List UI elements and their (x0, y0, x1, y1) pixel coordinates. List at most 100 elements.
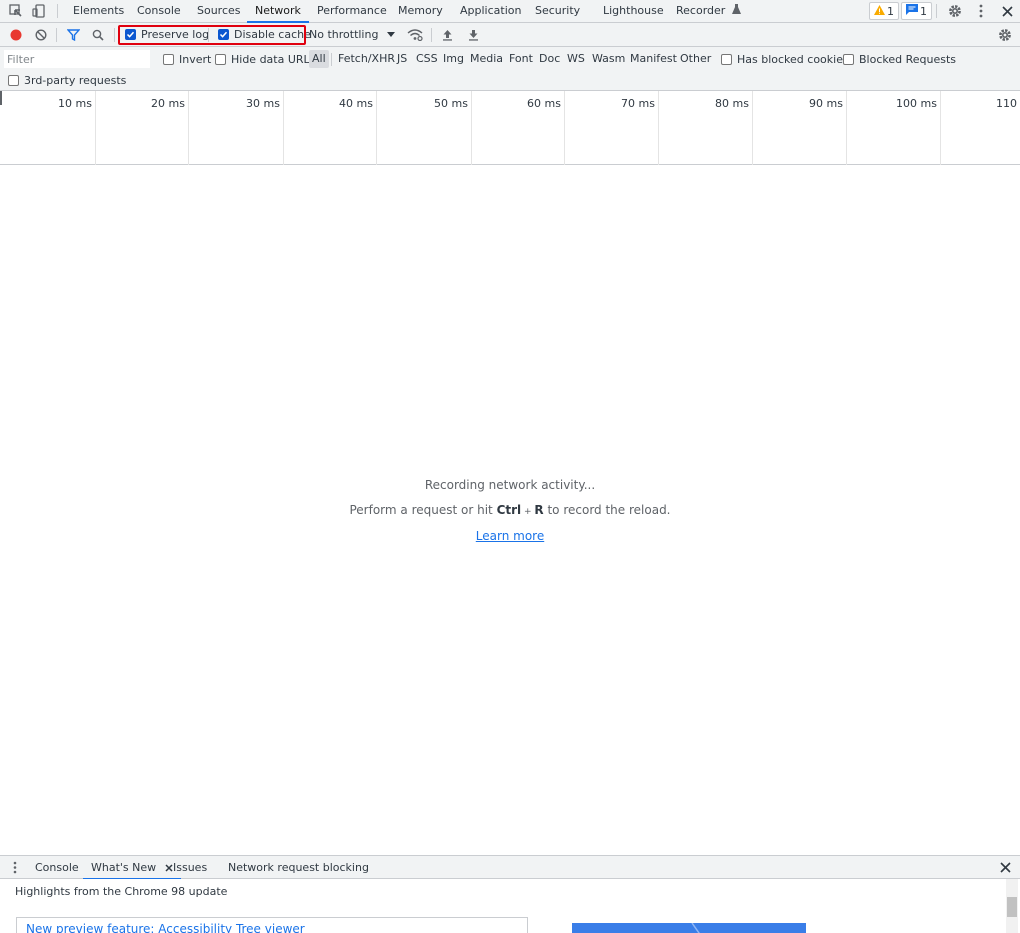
has-blocked-cookies-label: Has blocked cookies (737, 53, 849, 66)
type-filter-ws[interactable]: WS (567, 50, 585, 68)
record-icon[interactable] (8, 27, 24, 43)
drawer-scrollbar-thumb[interactable] (1007, 897, 1017, 917)
close-drawer-icon[interactable] (1000, 862, 1011, 876)
drawer-scrollbar[interactable] (1006, 879, 1018, 933)
tab-security[interactable]: Security (535, 0, 580, 22)
whats-new-heading: Highlights from the Chrome 98 update (15, 885, 228, 898)
timeline-tick-label: 110 (996, 97, 1017, 110)
invert-checkbox[interactable]: Invert (163, 53, 211, 66)
whats-new-feature-card: New preview feature: Accessibility Tree … (16, 917, 528, 933)
invert-check-box (163, 54, 174, 65)
tab-performance[interactable]: Performance (317, 0, 387, 22)
messages-count: 1 (920, 4, 927, 18)
learn-more-link[interactable]: Learn more (476, 529, 544, 543)
export-har-download-icon[interactable] (465, 27, 481, 43)
tab-console[interactable]: Console (137, 0, 181, 22)
type-filter-media[interactable]: Media (470, 50, 503, 68)
shortcut-key-ctrl: Ctrl (496, 503, 522, 517)
timeline-tick: 80 ms (659, 91, 753, 165)
highlight-annotation-box (118, 25, 306, 45)
reload-hint-prefix: Perform a request or hit (349, 503, 497, 517)
drawer-tab-issues[interactable]: Issues (173, 856, 207, 879)
drawer-tab-console[interactable]: Console (35, 856, 79, 879)
drawer-tab-whats-new[interactable]: What's New (83, 856, 181, 880)
tab-recorder[interactable]: Recorder (676, 0, 741, 22)
type-filter-img[interactable]: Img (443, 50, 464, 68)
timeline-tick-label: 80 ms (715, 97, 749, 110)
type-filter-js[interactable]: JS (397, 50, 407, 68)
drawer-menu-icon[interactable] (13, 861, 17, 877)
filter-input[interactable] (4, 50, 150, 68)
third-party-requests-label: 3rd-party requests (24, 74, 127, 87)
timeline-tick: 20 ms (96, 91, 189, 165)
timeline-overview[interactable]: 10 ms 20 ms 30 ms 40 ms 50 ms 60 ms 70 m… (0, 91, 1020, 165)
filter-bar: Invert Hide data URLs All Fetch/XHR JS C… (0, 47, 1020, 91)
accessibility-tree-feature-link[interactable]: New preview feature: Accessibility Tree … (26, 922, 305, 933)
shortcut-key-r: R (534, 503, 544, 517)
message-icon (906, 4, 918, 18)
close-devtools-icon[interactable] (999, 3, 1015, 19)
import-har-upload-icon[interactable] (439, 27, 455, 43)
device-toolbar-icon[interactable] (31, 3, 47, 19)
timeline-tick: 100 ms (847, 91, 941, 165)
timeline-tick-label: 100 ms (896, 97, 937, 110)
third-party-requests-checkbox[interactable]: 3rd-party requests (8, 74, 126, 87)
close-tab-icon[interactable] (165, 857, 173, 880)
warnings-count: 1 (887, 4, 894, 18)
tab-lighthouse[interactable]: Lighthouse (603, 0, 664, 22)
type-filter-font[interactable]: Font (509, 50, 533, 68)
throttling-select[interactable]: No throttling (309, 23, 399, 46)
warnings-badge[interactable]: 1 (869, 2, 899, 20)
invert-label: Invert (179, 53, 212, 66)
timeline-tick: 50 ms (377, 91, 472, 165)
has-blocked-cookies-checkbox[interactable]: Has blocked cookies (721, 53, 849, 66)
experiment-flask-icon (731, 0, 741, 22)
type-filter-doc[interactable]: Doc (539, 50, 560, 68)
network-settings-gear-icon[interactable] (997, 27, 1013, 43)
third-party-requests-check-box (8, 75, 19, 86)
search-icon[interactable] (90, 27, 106, 43)
timeline-tick: 40 ms (284, 91, 377, 165)
blocked-requests-checkbox[interactable]: Blocked Requests (843, 53, 956, 66)
shortcut-plus: + (521, 507, 535, 517)
timeline-tick: 60 ms (472, 91, 565, 165)
timeline-tick: 10 ms (0, 91, 96, 165)
timeline-tick-label: 20 ms (151, 97, 185, 110)
clear-icon[interactable] (33, 27, 49, 43)
tab-network[interactable]: Network (247, 0, 309, 23)
drawer-tab-bar: Console What's New Issues Network reques… (0, 855, 1020, 880)
reload-hint-suffix: to record the reload. (543, 503, 671, 517)
type-filter-other[interactable]: Other (680, 50, 711, 68)
drawer-tab-whats-new-label: What's New (91, 861, 157, 874)
blocked-requests-label: Blocked Requests (859, 53, 957, 66)
type-filter-wasm[interactable]: Wasm (592, 50, 625, 68)
timeline-tick-label: 70 ms (621, 97, 655, 110)
tab-application[interactable]: Application (460, 0, 521, 22)
tab-elements[interactable]: Elements (73, 0, 124, 22)
tab-sources[interactable]: Sources (197, 0, 241, 22)
type-filter-css[interactable]: CSS (416, 50, 438, 68)
timeline-tick: 90 ms (753, 91, 847, 165)
timeline-tick-label: 10 ms (58, 97, 92, 110)
timeline-tick-label: 90 ms (809, 97, 843, 110)
more-options-icon[interactable] (973, 3, 989, 19)
recording-status-text: Recording network activity... (424, 478, 596, 492)
timeline-tick: 70 ms (565, 91, 659, 165)
inspect-element-icon[interactable] (8, 3, 24, 19)
type-filter-manifest[interactable]: Manifest (630, 50, 677, 68)
network-conditions-wifi-icon[interactable] (407, 27, 423, 43)
type-filter-fetch-xhr[interactable]: Fetch/XHR (338, 50, 395, 68)
hide-data-urls-checkbox[interactable]: Hide data URLs (215, 53, 315, 66)
warning-icon (874, 4, 885, 18)
blocked-requests-check-box (843, 54, 854, 65)
dropdown-arrow-icon (387, 23, 395, 46)
timeline-tick: 110 (941, 91, 1020, 165)
tab-memory[interactable]: Memory (398, 0, 443, 22)
drawer-tab-network-request-blocking[interactable]: Network request blocking (228, 856, 369, 879)
has-blocked-cookies-check-box (721, 54, 732, 65)
main-tab-bar: Elements Console Sources Network Perform… (0, 0, 1020, 23)
filter-funnel-icon[interactable] (65, 27, 81, 43)
settings-gear-icon[interactable] (947, 3, 963, 19)
messages-badge[interactable]: 1 (901, 2, 932, 20)
type-filter-all[interactable]: All (309, 50, 329, 68)
